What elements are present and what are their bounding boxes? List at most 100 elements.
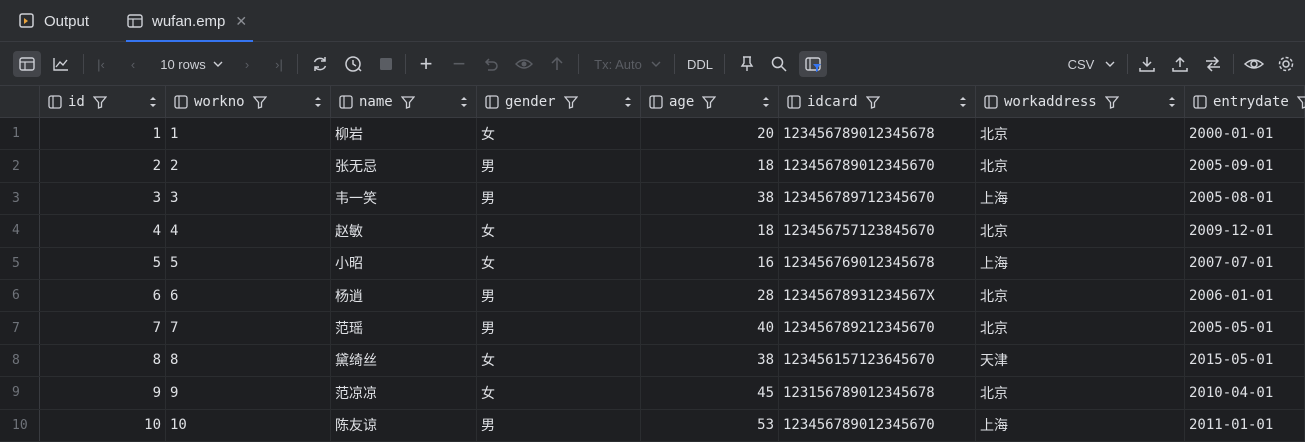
cell-idcard[interactable]: 123456757123845670 [779, 215, 976, 247]
row-number[interactable]: 3 [0, 182, 40, 215]
cell-name[interactable]: 小昭 [331, 247, 477, 279]
cell-gender[interactable]: 女 [477, 118, 641, 150]
rows-per-page-dropdown[interactable]: 10 rows [155, 51, 229, 77]
table-row[interactable]: 2 2 2 张无忌男 18 123456789012345670 北京 2005-09-01 [0, 150, 1305, 183]
cell-id[interactable]: 7 [40, 312, 166, 344]
compare-button[interactable] [1201, 51, 1225, 77]
cell-workno[interactable]: 2 [166, 150, 331, 182]
last-page-button[interactable]: ›| [268, 51, 290, 77]
cell-name[interactable]: 陈友谅 [331, 409, 477, 441]
cell-entrydate[interactable]: 2006-01-01 [1185, 280, 1305, 312]
cell-workaddress[interactable]: 北京 [976, 215, 1185, 247]
cell-workno[interactable]: 6 [166, 280, 331, 312]
cell-idcard[interactable]: 123456789212345670 [779, 312, 976, 344]
cell-age[interactable]: 16 [641, 247, 779, 279]
cell-id[interactable]: 1 [40, 118, 166, 150]
cell-age[interactable]: 40 [641, 312, 779, 344]
cell-gender[interactable]: 男 [477, 280, 641, 312]
cell-gender[interactable]: 女 [477, 344, 641, 377]
cell-gender[interactable]: 男 [477, 150, 641, 182]
column-header-gender[interactable]: gender [477, 86, 641, 118]
cell-entrydate[interactable]: 2005-05-01 [1185, 312, 1305, 344]
cell-name[interactable]: 韦一笑 [331, 182, 477, 215]
row-number[interactable]: 7 [0, 312, 40, 344]
row-number[interactable]: 4 [0, 215, 40, 247]
cell-workaddress[interactable]: 北京 [976, 377, 1185, 409]
table-row[interactable]: 8 8 8 黛绮丝女 38 123456157123645670 天津 2015-05-01 [0, 344, 1305, 378]
sort-icon[interactable] [1168, 95, 1176, 109]
cell-id[interactable]: 4 [40, 215, 166, 247]
chart-view-button[interactable] [47, 51, 75, 77]
cell-workaddress[interactable]: 北京 [976, 150, 1185, 182]
submit-button[interactable] [546, 51, 568, 77]
revert-button[interactable] [480, 51, 502, 77]
table-row[interactable]: 1 1 1 柳岩女 20 123456789012345678 北京 2000-01-01 [0, 118, 1305, 151]
cell-id[interactable]: 8 [40, 344, 166, 377]
cell-name[interactable]: 赵敏 [331, 215, 477, 247]
cell-name[interactable]: 杨逍 [331, 280, 477, 312]
stop-button[interactable] [375, 51, 397, 77]
table-row[interactable]: 4 4 4 赵敏女 18 123456757123845670 北京 2009-12-01 [0, 215, 1305, 248]
table-view-button[interactable] [13, 51, 41, 77]
cell-idcard[interactable]: 123456157123645670 [779, 344, 976, 377]
cell-entrydate[interactable]: 2009-12-01 [1185, 215, 1305, 247]
tab-wufan-emp[interactable]: wufan.emp ✕ [126, 0, 254, 42]
cell-entrydate[interactable]: 2005-08-01 [1185, 182, 1305, 215]
table-row[interactable]: 9 9 9 范凉凉女 45 123156789012345678 北京 2010-04-01 [0, 377, 1305, 410]
cell-entrydate[interactable]: 2011-01-01 [1185, 409, 1305, 441]
cell-workno[interactable]: 10 [166, 409, 331, 441]
column-header-idcard[interactable]: idcard [779, 86, 976, 118]
filter-icon[interactable] [702, 95, 717, 109]
cell-entrydate[interactable]: 2005-09-01 [1185, 150, 1305, 182]
cell-gender[interactable]: 男 [477, 182, 641, 215]
filter-icon[interactable] [865, 95, 880, 109]
cell-workno[interactable]: 5 [166, 247, 331, 279]
cell-workno[interactable]: 1 [166, 118, 331, 150]
tab-output[interactable]: Output [18, 0, 89, 42]
cell-age[interactable]: 38 [641, 344, 779, 377]
close-icon[interactable]: ✕ [235, 13, 247, 30]
sort-icon[interactable] [460, 95, 468, 109]
cell-workaddress[interactable]: 北京 [976, 312, 1185, 344]
cell-name[interactable]: 张无忌 [331, 150, 477, 182]
cell-workaddress[interactable]: 上海 [976, 247, 1185, 279]
ddl-button[interactable]: DDL [684, 51, 716, 77]
cell-workno[interactable]: 7 [166, 312, 331, 344]
cell-idcard[interactable]: 123456789012345670 [779, 150, 976, 182]
cell-idcard[interactable]: 123456769012345678 [779, 247, 976, 279]
delete-row-button[interactable]: − [448, 51, 470, 77]
filter-icon[interactable] [92, 95, 107, 109]
row-number[interactable]: 6 [0, 280, 40, 312]
cell-entrydate[interactable]: 2000-01-01 [1185, 118, 1305, 150]
cell-age[interactable]: 20 [641, 118, 779, 150]
refresh-button[interactable] [308, 51, 332, 77]
cell-age[interactable]: 45 [641, 377, 779, 409]
cell-workno[interactable]: 4 [166, 215, 331, 247]
cell-idcard[interactable]: 123456789012345678 [779, 118, 976, 150]
cell-name[interactable]: 黛绮丝 [331, 344, 477, 377]
cell-workaddress[interactable]: 上海 [976, 182, 1185, 215]
cell-gender[interactable]: 女 [477, 377, 641, 409]
cell-name[interactable]: 柳岩 [331, 118, 477, 150]
cell-workaddress[interactable]: 北京 [976, 118, 1185, 150]
cell-age[interactable]: 28 [641, 280, 779, 312]
row-number[interactable]: 8 [0, 344, 40, 377]
cell-workno[interactable]: 8 [166, 344, 331, 377]
cell-name[interactable]: 范瑶 [331, 312, 477, 344]
cell-workaddress[interactable]: 北京 [976, 280, 1185, 312]
cell-id[interactable]: 10 [40, 409, 166, 441]
table-row[interactable]: 7 7 7 范瑶男 40 123456789212345670 北京 2005-05-01 [0, 312, 1305, 345]
cell-id[interactable]: 6 [40, 280, 166, 312]
search-button[interactable] [768, 51, 790, 77]
cell-name[interactable]: 范凉凉 [331, 377, 477, 409]
column-header-workaddress[interactable]: workaddress [976, 86, 1185, 118]
cell-age[interactable]: 53 [641, 409, 779, 441]
cell-id[interactable]: 3 [40, 182, 166, 215]
cell-workaddress[interactable]: 上海 [976, 409, 1185, 441]
sort-icon[interactable] [624, 95, 632, 109]
pin-button[interactable] [736, 51, 758, 77]
view-options-button[interactable] [1241, 51, 1267, 77]
row-number[interactable]: 1 [0, 118, 40, 150]
previous-page-button[interactable]: ‹ [122, 51, 144, 77]
cell-idcard[interactable]: 123456789712345670 [779, 182, 976, 215]
